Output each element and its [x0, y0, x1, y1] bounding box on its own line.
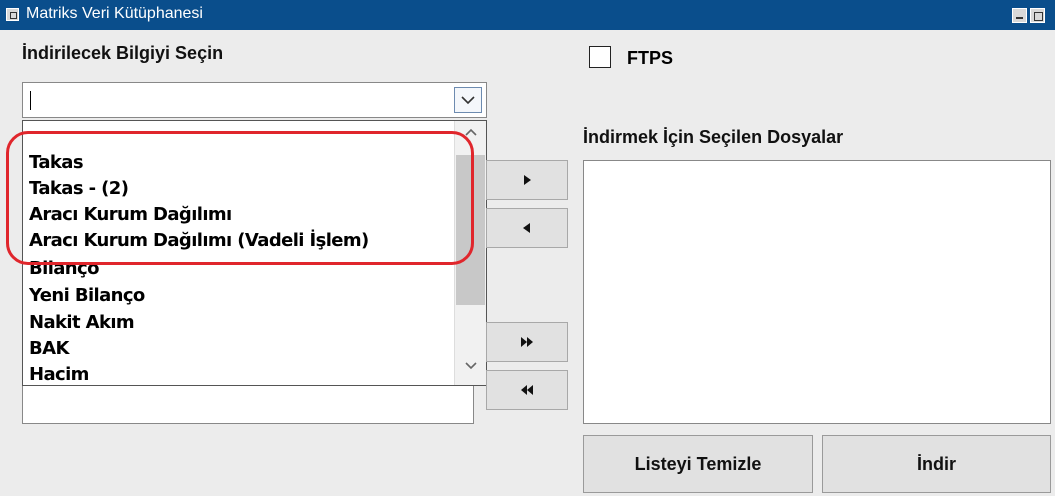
- dropdown-item[interactable]: BAK: [29, 339, 69, 359]
- selected-files-list[interactable]: [583, 160, 1051, 424]
- add-selected-button[interactable]: [486, 160, 568, 200]
- restore-icon[interactable]: [1030, 8, 1045, 23]
- add-all-button[interactable]: [486, 322, 568, 362]
- system-menu-icon[interactable]: [6, 8, 19, 21]
- window-title: Matriks Veri Kütüphanesi: [26, 5, 203, 22]
- ftps-label: FTPS: [627, 48, 674, 68]
- title-bar: Matriks Veri Kütüphanesi: [0, 0, 1055, 30]
- selected-files-label: İndirmek İçin Seçilen Dosyalar: [583, 127, 844, 147]
- remove-selected-button[interactable]: [486, 208, 568, 248]
- text-caret: [30, 91, 31, 110]
- dropdown-item[interactable]: Nakit Akım: [29, 313, 135, 333]
- select-info-label: İndirilecek Bilgiyi Seçin: [22, 43, 224, 63]
- arrow-left-icon: [523, 223, 530, 233]
- double-arrow-left-icon: [521, 385, 533, 395]
- arrow-right-icon: [524, 175, 531, 185]
- available-list-box[interactable]: [22, 386, 474, 424]
- double-arrow-right-icon: [521, 337, 533, 347]
- highlight-annotation: [6, 131, 474, 265]
- info-type-combobox[interactable]: [22, 82, 487, 118]
- remove-all-button[interactable]: [486, 370, 568, 410]
- scroll-down-icon[interactable]: [464, 361, 478, 371]
- minimize-icon[interactable]: [1012, 8, 1027, 23]
- ftps-checkbox-box[interactable]: [589, 46, 611, 68]
- clear-list-button[interactable]: Listeyi Temizle: [583, 435, 813, 493]
- dropdown-button[interactable]: [454, 87, 482, 113]
- chevron-down-icon: [461, 96, 475, 105]
- download-button[interactable]: İndir: [822, 435, 1051, 493]
- dropdown-item[interactable]: Hacim: [29, 365, 89, 385]
- dropdown-item[interactable]: Yeni Bilanço: [29, 286, 145, 306]
